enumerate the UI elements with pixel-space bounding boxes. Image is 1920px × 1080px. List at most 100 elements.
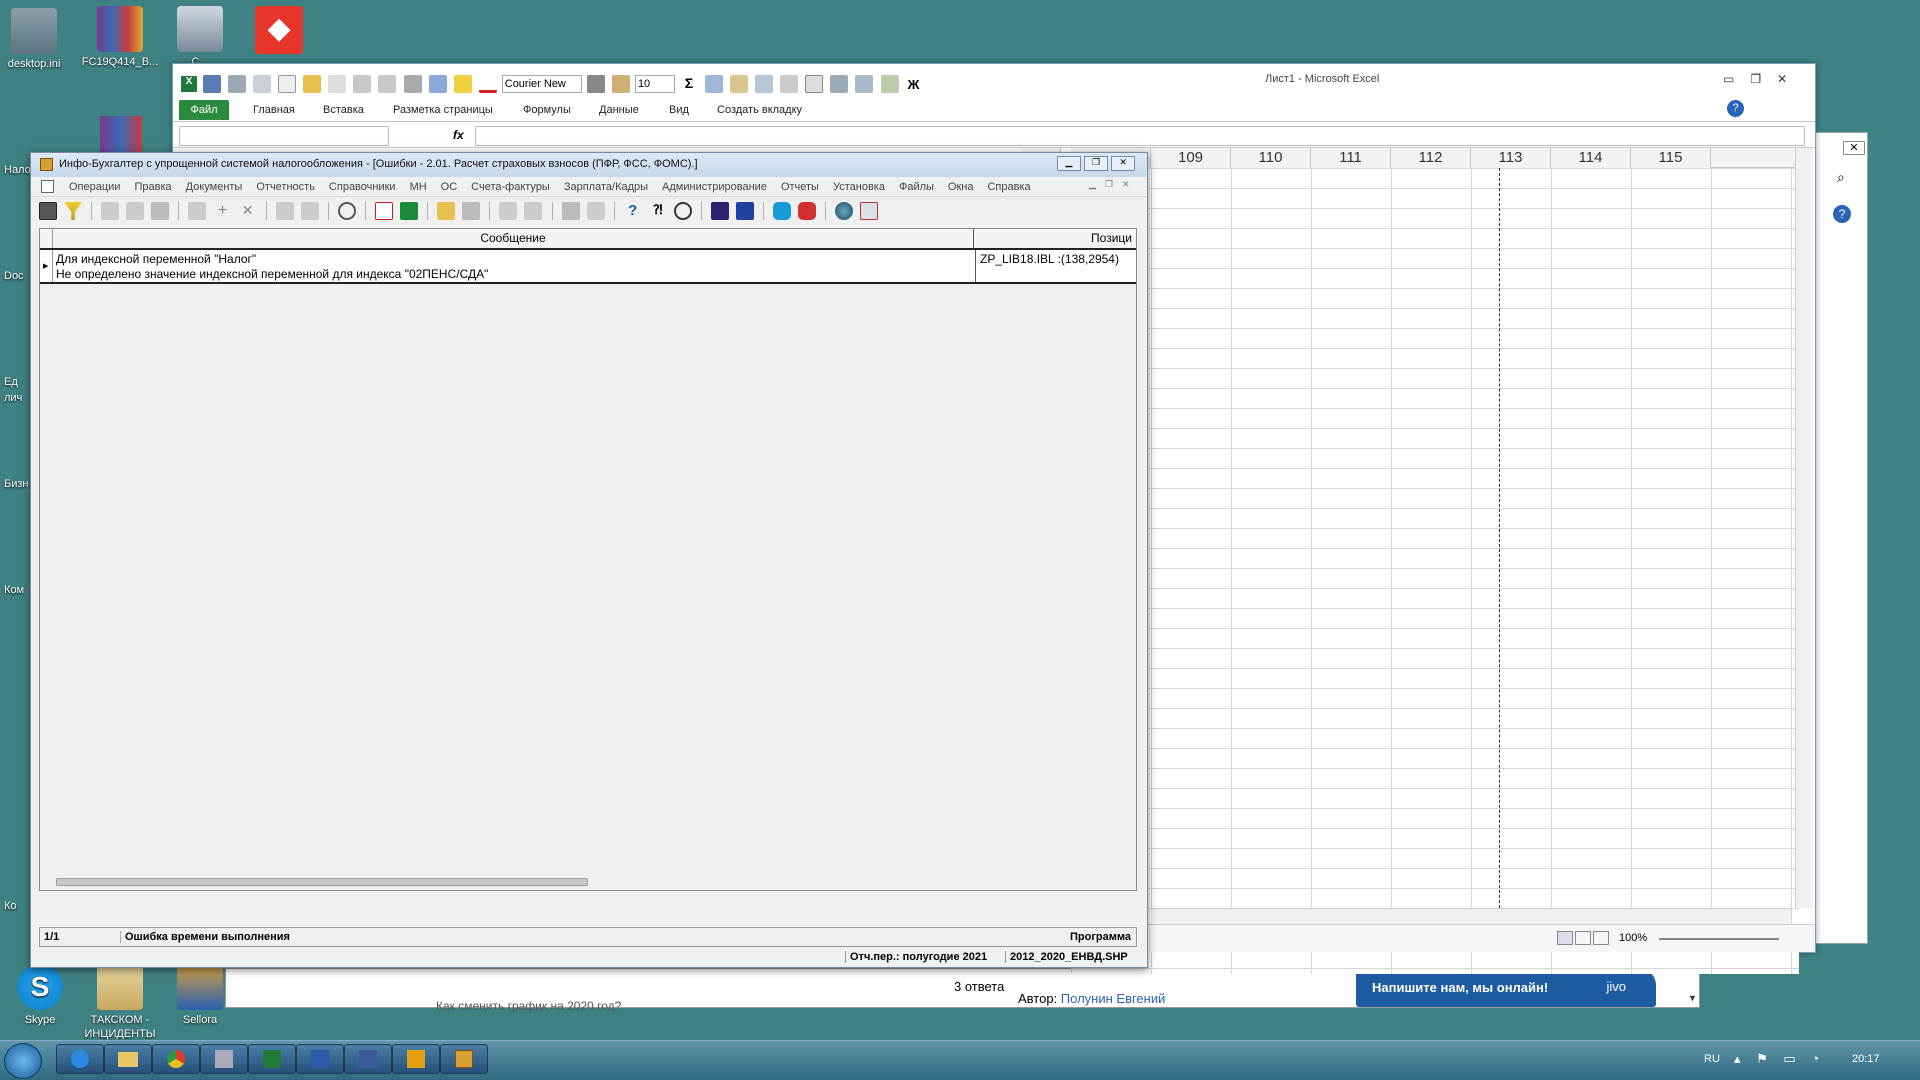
font-size-select[interactable]: 10	[634, 75, 675, 93]
help-icon[interactable]: ?	[1727, 100, 1744, 117]
font-color-icon[interactable]	[478, 75, 497, 93]
tab-file[interactable]: Файл	[179, 100, 229, 120]
column-header[interactable]: 109	[1151, 148, 1231, 168]
desktop-icon-setup[interactable]: C...	[152, 6, 248, 69]
normal-view-icon[interactable]	[1557, 931, 1573, 945]
taskbar-save-app[interactable]	[344, 1044, 392, 1074]
table-icon[interactable]	[705, 75, 724, 93]
skype-icon[interactable]	[773, 202, 792, 220]
filter-icon[interactable]	[64, 202, 83, 220]
jivo-chat-button[interactable]: Напишите нам, мы онлайн! jivo	[1356, 969, 1656, 1007]
menu-reports[interactable]: Отчеты	[781, 181, 819, 193]
taskbar-chrome[interactable]	[152, 1044, 200, 1074]
tab-formulas[interactable]: Формулы	[523, 104, 571, 116]
bold-button[interactable]: Ж	[908, 77, 920, 92]
column-header[interactable]: 113	[1471, 148, 1551, 168]
print-icon[interactable]	[403, 75, 422, 93]
tab-page-layout[interactable]: Разметка страницы	[393, 104, 493, 116]
align-icon[interactable]	[586, 75, 605, 93]
print-preview-icon[interactable]	[328, 75, 347, 93]
menu-operations[interactable]: Операции	[69, 181, 120, 193]
spell-icon[interactable]	[428, 75, 447, 93]
network-icon[interactable]	[860, 202, 879, 220]
paste-icon[interactable]	[151, 202, 170, 220]
help-icon[interactable]: ?	[624, 202, 642, 220]
grid-icon[interactable]	[755, 75, 774, 93]
menu-edit[interactable]: Правка	[134, 181, 171, 193]
browser-topic-link[interactable]: Как сменить график на 2020 год?	[436, 999, 621, 1013]
page-break-view-icon[interactable]	[1593, 931, 1609, 945]
desktop-icon-desktop-ini[interactable]: desktop.ini	[0, 8, 82, 71]
start-button[interactable]	[4, 1043, 42, 1079]
replace-icon[interactable]	[300, 202, 319, 220]
column-header-message[interactable]: Сообщение	[52, 229, 974, 248]
clock[interactable]: 20:17	[1852, 1053, 1880, 1065]
doc-icon[interactable]	[41, 180, 54, 193]
taskbar-explorer[interactable]	[104, 1044, 152, 1074]
library-icon[interactable]	[711, 202, 729, 220]
open-icon[interactable]	[303, 75, 322, 93]
menu-admin[interactable]: Администрирование	[662, 181, 767, 193]
copy2-icon[interactable]	[855, 75, 874, 93]
open-folder-icon[interactable]	[437, 202, 456, 220]
column-header[interactable]: 112	[1391, 148, 1471, 168]
vertical-scrollbar[interactable]	[1795, 148, 1813, 908]
table-horizontal-scrollbar[interactable]	[42, 875, 1132, 889]
image-icon[interactable]	[880, 75, 899, 93]
tray-icons[interactable]: ▴ ⚑ ▭ ◔	[1734, 1051, 1825, 1067]
spreadsheet-grid[interactable]	[1071, 168, 1799, 974]
undo-icon[interactable]	[228, 75, 247, 93]
minimize-icon[interactable]: ▁	[1057, 156, 1081, 171]
zoom-level[interactable]: 100%	[1619, 932, 1647, 944]
table-vertical-scrollbar[interactable]	[1124, 229, 1137, 874]
tab-insert[interactable]: Вставка	[323, 104, 364, 116]
anydesk-icon[interactable]: ◆	[255, 6, 303, 54]
copy-icon[interactable]	[830, 75, 849, 93]
mail-icon[interactable]	[499, 202, 518, 220]
language-indicator[interactable]: RU	[1704, 1053, 1720, 1065]
delete-icon[interactable]: ✕	[239, 202, 257, 220]
tab-home[interactable]: Главная	[253, 104, 295, 116]
redo-icon[interactable]	[253, 75, 272, 93]
save-icon[interactable]	[462, 202, 481, 220]
taskbar-ie[interactable]	[56, 1044, 104, 1074]
column-header-position[interactable]: Позици	[976, 229, 1138, 248]
compass-icon[interactable]	[673, 202, 692, 220]
menu-reporting[interactable]: Отчетность	[256, 181, 315, 193]
close-icon[interactable]: ✕	[1843, 141, 1865, 155]
sort-desc-icon[interactable]	[378, 75, 397, 93]
menu-payroll[interactable]: Зарплата/Кадры	[564, 181, 648, 193]
context-help-icon[interactable]: ⁈	[649, 202, 667, 220]
menu-mn[interactable]: МН	[410, 181, 427, 193]
sum-icon[interactable]: Σ	[680, 75, 698, 93]
support-icon[interactable]	[798, 202, 817, 220]
save-icon[interactable]	[203, 75, 221, 93]
name-box[interactable]	[179, 126, 389, 146]
web-icon[interactable]	[835, 202, 854, 220]
scroll-thumb[interactable]	[56, 878, 588, 886]
horizontal-scrollbar[interactable]	[1151, 908, 1791, 924]
fx-icon[interactable]: fx	[453, 128, 464, 142]
winrar-icon-2[interactable]	[100, 116, 142, 156]
menu-files[interactable]: Файлы	[899, 181, 934, 193]
fill-color-icon[interactable]	[453, 75, 472, 93]
taskbar-app[interactable]	[200, 1044, 248, 1074]
help-icon[interactable]: ?	[1833, 205, 1851, 223]
taskbar-excel[interactable]	[248, 1044, 296, 1074]
close-icon[interactable]: ✕	[1111, 156, 1136, 171]
spreadsheet-icon[interactable]	[400, 202, 419, 220]
browser-scroll-down-icon[interactable]: ▼	[1688, 993, 1697, 1003]
tab-create[interactable]: Создать вкладку	[717, 104, 802, 116]
restore-icon[interactable]: ❐	[1084, 156, 1109, 171]
add-icon[interactable]: +	[214, 202, 232, 220]
taskbar-s-app[interactable]	[392, 1044, 440, 1074]
archive-icon[interactable]	[524, 202, 543, 220]
menu-windows[interactable]: Окна	[948, 181, 974, 193]
close-icon[interactable]: ✕	[1777, 72, 1803, 86]
format-icon[interactable]	[730, 75, 749, 93]
paste-icon[interactable]	[611, 75, 630, 93]
sort-asc-icon[interactable]	[353, 75, 372, 93]
column-header[interactable]: 115	[1631, 148, 1711, 168]
borders-icon[interactable]	[805, 75, 824, 93]
page-layout-view-icon[interactable]	[1575, 931, 1591, 945]
